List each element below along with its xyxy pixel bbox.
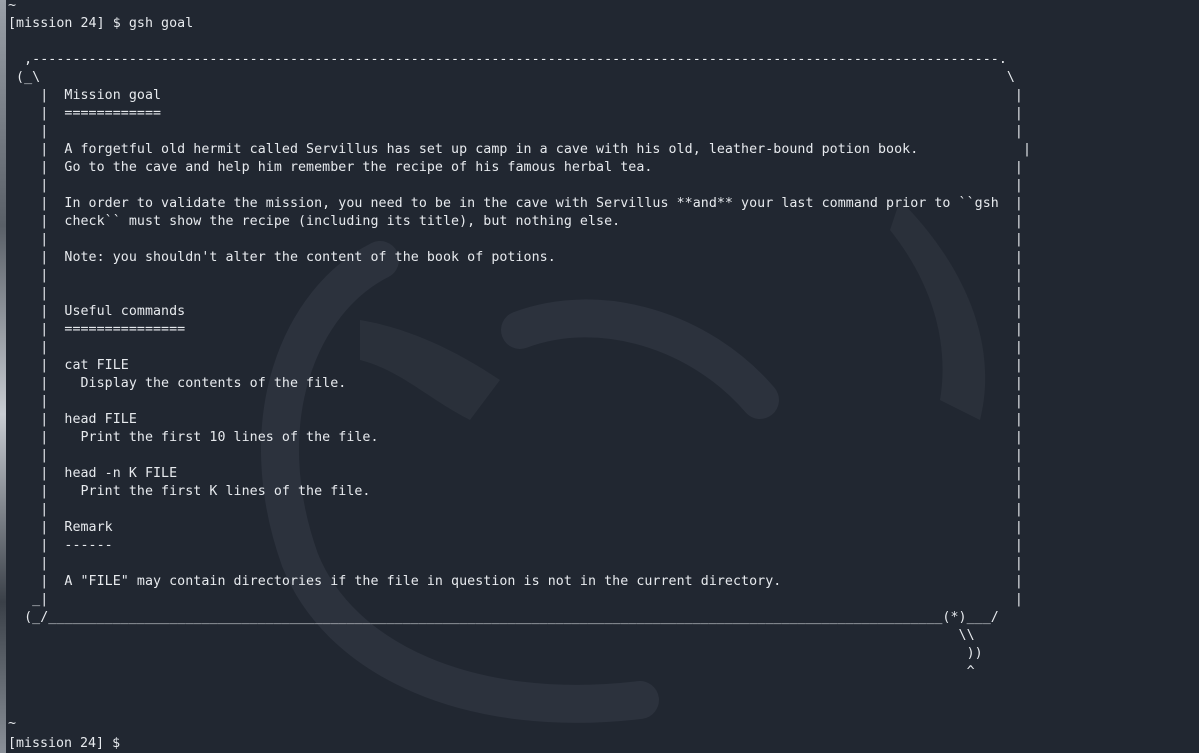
desktop-edge (0, 0, 6, 753)
terminal-output: ~ [mission 24] $ gsh goal ,--------------… (8, 0, 1193, 681)
goal-box-line (8, 33, 1193, 51)
goal-box-line: (_/_____________________________________… (8, 610, 999, 625)
goal-box-line: | | (8, 178, 1023, 193)
goal-box-line: ^ (8, 664, 975, 679)
goal-box-line: (_\ \ (8, 70, 1015, 85)
goal-box-line: | =============== | (8, 322, 1023, 337)
goal-box-line: | Go to the cave and help him remember t… (8, 160, 1023, 175)
goal-box-line: | | (8, 268, 1023, 283)
goal-box-line: ,---------------------------------------… (8, 52, 1007, 67)
goal-box-line: | | (8, 502, 1023, 517)
goal-box-line: | Note: you shouldn't alter the content … (8, 250, 1023, 265)
bottom-tilde: ~ (8, 716, 17, 731)
prompt-text: [mission 24] $ (8, 736, 129, 751)
goal-box-line: \\ (8, 628, 975, 643)
goal-box-line: | | (8, 556, 1023, 571)
goal-box-line: | Remark | (8, 520, 1023, 535)
top-tilde: ~ (8, 0, 17, 13)
goal-box-line: _| | (8, 592, 1023, 607)
input-prompt[interactable]: [mission 24] $ (8, 735, 136, 753)
goal-box-line: | | (8, 394, 1023, 409)
goal-box-line: | Display the contents of the file. | (8, 376, 1023, 391)
goal-box-line: | Mission goal | (8, 88, 1023, 103)
goal-box-line: | Useful commands | (8, 304, 1023, 319)
goal-box-line: | Print the first 10 lines of the file. … (8, 430, 1023, 445)
goal-box-line: | | (8, 340, 1023, 355)
goal-box-line: | Print the first K lines of the file. | (8, 484, 1023, 499)
goal-box-line: )) (8, 646, 983, 661)
terminal-window[interactable]: ~ [mission 24] $ gsh goal ,--------------… (8, 0, 1193, 753)
goal-box-line: | | (8, 448, 1023, 463)
goal-box-line: | ------ | (8, 538, 1023, 553)
goal-box-line: | In order to validate the mission, you … (8, 196, 1023, 211)
goal-box-line: | ============ | (8, 106, 1023, 121)
goal-box-line: | head -n K FILE | (8, 466, 1023, 481)
goal-box-line: | A "FILE" may contain directories if th… (8, 574, 1023, 589)
goal-box-line: | | (8, 232, 1023, 247)
text-cursor (128, 735, 136, 749)
goal-box-line: | head FILE | (8, 412, 1023, 427)
command-prompt-line: [mission 24] $ gsh goal (8, 16, 194, 31)
goal-box-line: | cat FILE | (8, 358, 1023, 373)
goal-box-line: | A forgetful old hermit called Servillu… (8, 142, 1032, 157)
goal-box-line: | check`` must show the recipe (includin… (8, 214, 1023, 229)
goal-box-line: | | (8, 124, 1023, 139)
goal-box-line: | | (8, 286, 1023, 301)
